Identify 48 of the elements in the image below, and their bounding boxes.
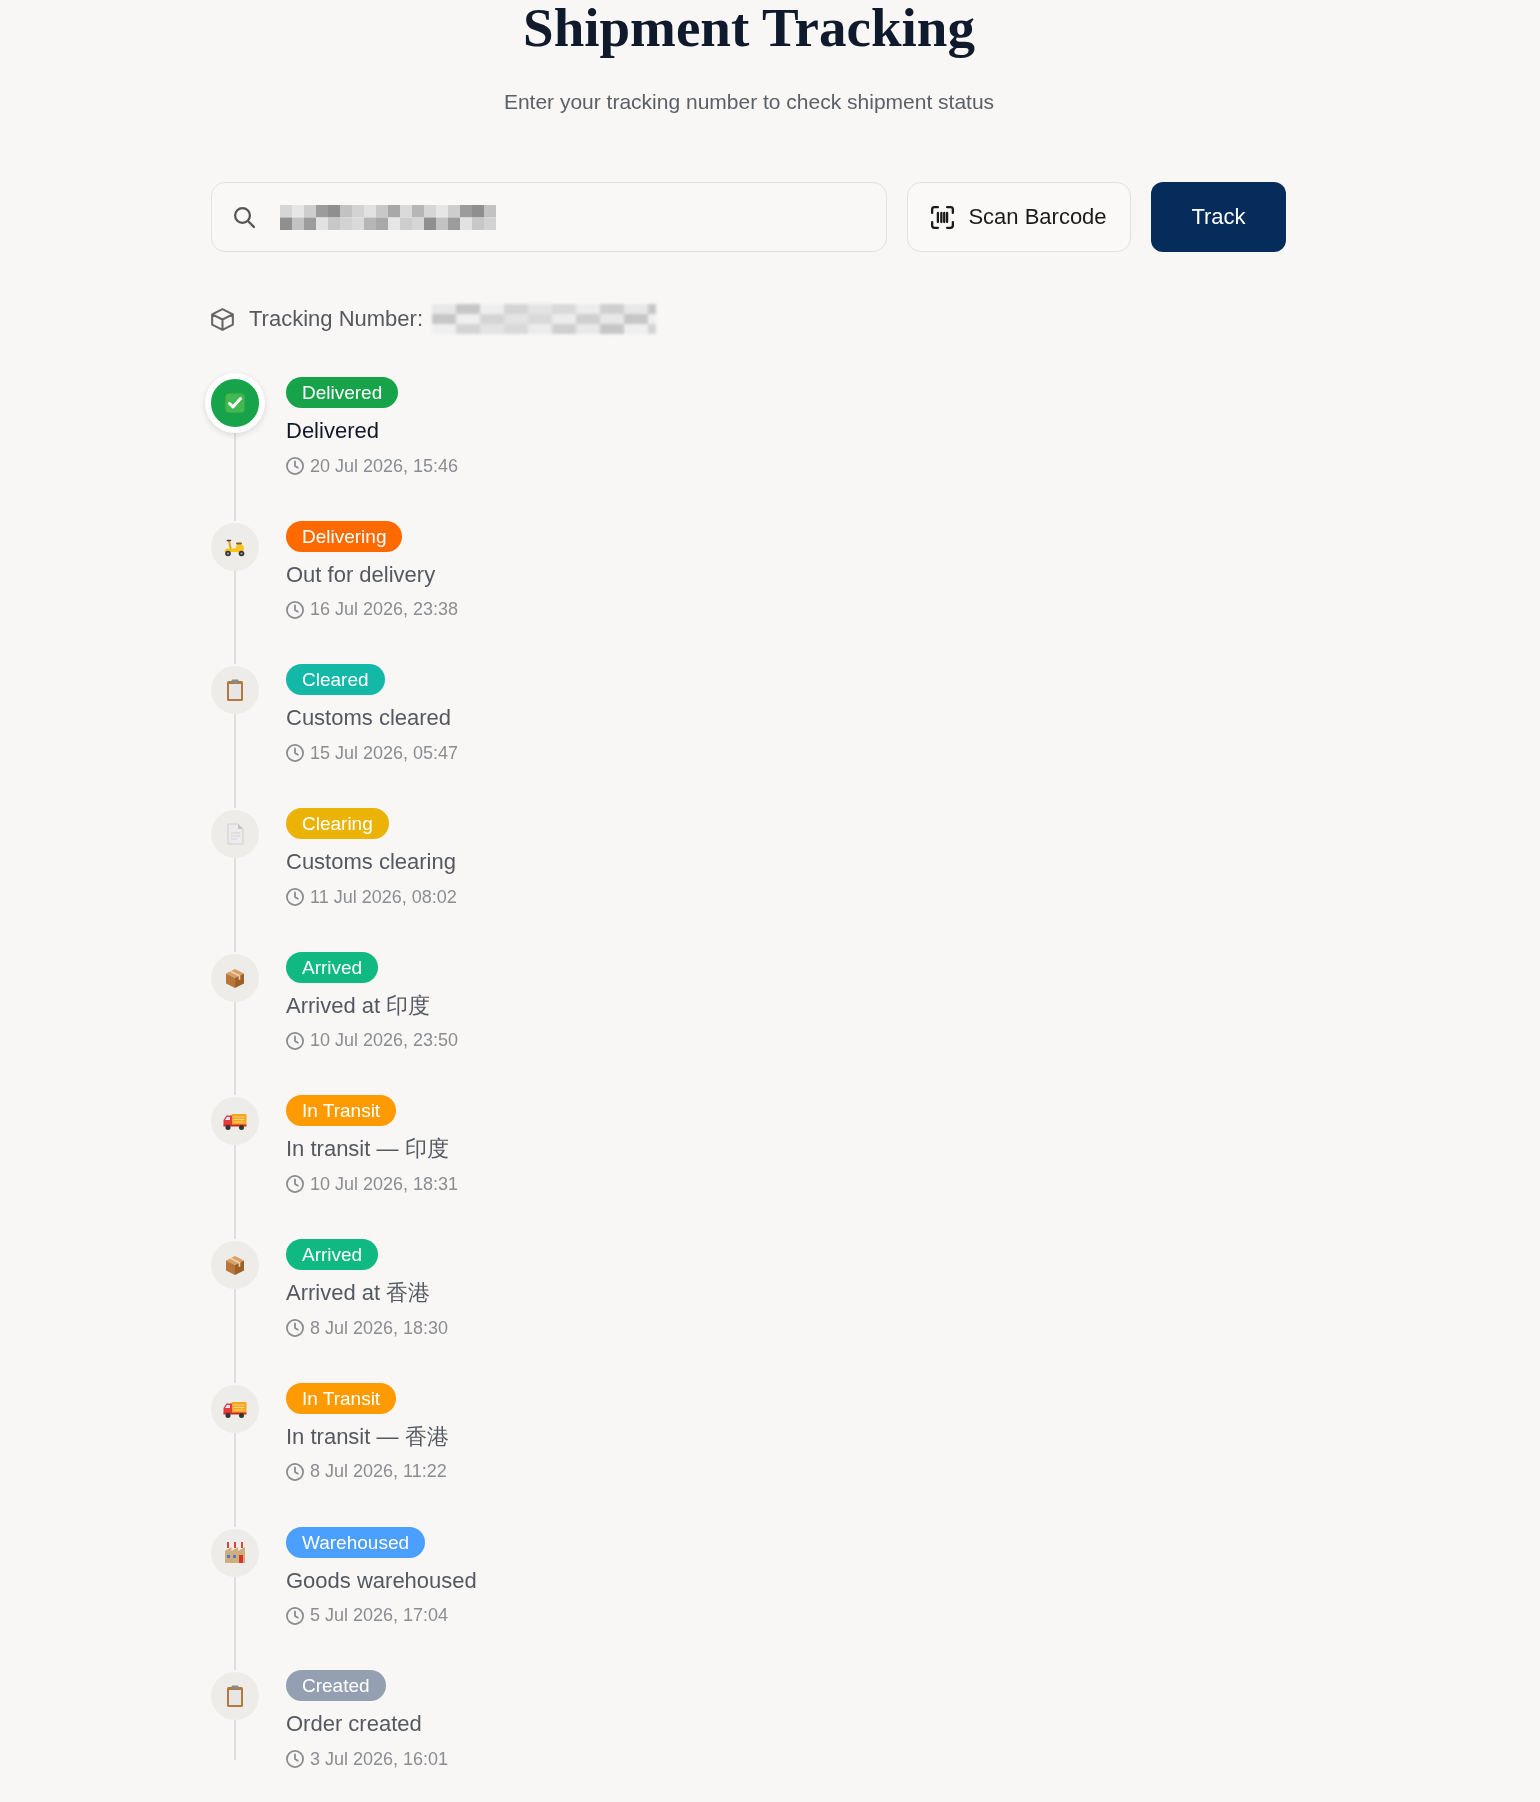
clock-icon	[286, 457, 304, 475]
clock-icon	[286, 1750, 304, 1769]
status-badge: Created	[286, 1670, 386, 1702]
scan-barcode-button[interactable]: Scan Barcode	[907, 182, 1131, 252]
status-badge: In Transit	[286, 1382, 397, 1414]
clock-icon	[286, 1319, 304, 1338]
clock-icon	[286, 1175, 304, 1194]
clock-icon	[286, 600, 304, 619]
step-time: 8 Jul 2026, 18:30	[310, 1317, 449, 1339]
step-time: 10 Jul 2026, 18:31	[310, 1173, 459, 1195]
step-time: 5 Jul 2026, 17:04	[310, 1605, 449, 1626]
step-title: Arrived at 香港	[286, 1279, 431, 1308]
status-badge: Cleared	[286, 664, 385, 696]
status-badge: Warehoused	[286, 1526, 426, 1558]
clock-icon	[286, 1606, 304, 1625]
step-time: 8 Jul 2026, 11:22	[310, 1461, 447, 1483]
status-badge: Arrived	[286, 951, 379, 983]
step-time: 20 Jul 2026, 15:46	[310, 455, 459, 477]
search-field[interactable]	[211, 182, 887, 252]
step-title: Out for delivery	[286, 560, 436, 589]
tracking-number-label: Tracking Number:	[249, 306, 423, 332]
search-icon	[234, 206, 255, 228]
step-time: 11 Jul 2026, 08:02	[310, 886, 457, 908]
cube-icon	[211, 307, 234, 331]
step-time: 3 Jul 2026, 16:01	[310, 1748, 449, 1770]
step-title: Customs cleared	[286, 704, 452, 733]
track-button[interactable]: Track	[1151, 182, 1286, 252]
status-badge: In Transit	[286, 1095, 397, 1127]
step-title: Delivered	[286, 417, 379, 445]
status-badge: Delivering	[286, 520, 403, 552]
step-title: Goods warehoused	[286, 1566, 477, 1595]
step-title: Arrived at 印度	[286, 991, 431, 1020]
barcode-icon	[931, 205, 955, 229]
clock-icon	[286, 1462, 304, 1481]
status-badge: Arrived	[286, 1239, 379, 1271]
step-time: 15 Jul 2026, 05:47	[310, 742, 459, 764]
status-badge: Delivered	[286, 377, 399, 408]
step-time: 16 Jul 2026, 23:38	[310, 599, 459, 621]
clock-icon	[286, 1031, 304, 1050]
clock-icon	[286, 744, 304, 763]
step-title: In transit — 香港	[286, 1422, 449, 1451]
clock-icon	[286, 888, 304, 907]
page-subtitle: Enter your tracking number to check shipment status	[502, 89, 996, 115]
step-title: Customs clearing	[286, 848, 456, 877]
step-time: 10 Jul 2026, 23:50	[310, 1030, 459, 1052]
step-title: Order created	[286, 1710, 422, 1739]
step-title: In transit — 印度	[286, 1135, 449, 1164]
status-badge: Clearing	[286, 808, 389, 840]
